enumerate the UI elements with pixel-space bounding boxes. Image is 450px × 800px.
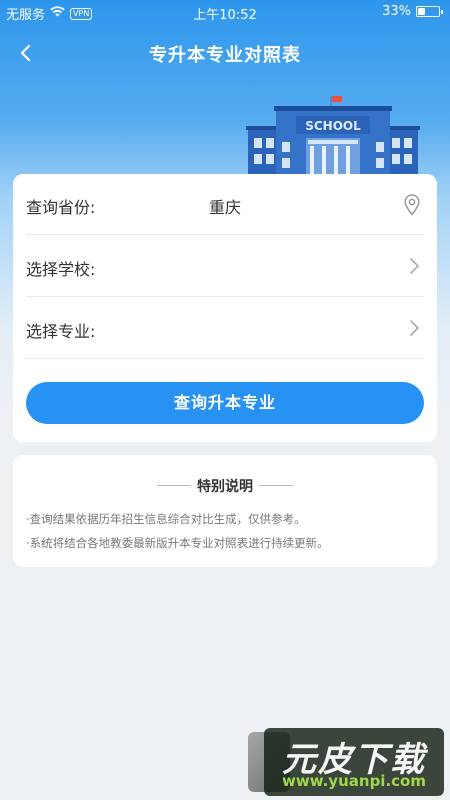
school-row[interactable]: 选择学校: xyxy=(26,236,424,297)
major-row[interactable]: 选择专业: xyxy=(26,298,424,359)
watermark-url: www.yuanpi.com xyxy=(282,772,426,790)
page-title: 专升本专业对照表 xyxy=(149,45,301,66)
major-label: 选择专业: xyxy=(26,322,96,341)
battery-icon xyxy=(416,6,443,17)
school-building-illustration: SCHOOL xyxy=(246,96,420,176)
notes-title: 特别说明 xyxy=(197,479,253,495)
divider-line xyxy=(259,485,293,486)
chevron-right-icon xyxy=(408,256,420,280)
location-pin-icon[interactable] xyxy=(404,194,420,220)
query-card: 查询省份: 重庆 选择学校: 选择专业: 查询升本专业 xyxy=(13,174,437,442)
notes-header: 特别说明 xyxy=(13,475,437,495)
status-right: 33% xyxy=(382,4,443,19)
province-value: 重庆 xyxy=(208,198,241,217)
watermark-logo: 元皮下载 www.yuanpi.com xyxy=(248,728,444,796)
province-row[interactable]: 查询省份: 重庆 xyxy=(26,174,424,235)
notes-item: ·查询结果依据历年招生信息综合对比生成，仅供参考。 xyxy=(26,512,306,526)
status-bar: 无服务 VPN 上午10:52 33% xyxy=(0,0,450,24)
school-sign-text: SCHOOL xyxy=(305,119,361,133)
battery-percent: 33% xyxy=(382,4,411,19)
watermark-box: 元皮下载 www.yuanpi.com xyxy=(264,728,444,796)
nav-bar: 专升本专业对照表 xyxy=(0,30,450,74)
battery-fill xyxy=(418,8,425,15)
chevron-right-icon xyxy=(408,318,420,342)
school-label: 选择学校: xyxy=(26,260,96,279)
notes-item: ·系统将结合各地教委最新版升本专业对照表进行持续更新。 xyxy=(26,536,329,550)
query-submit-button[interactable]: 查询升本专业 xyxy=(26,382,424,424)
notes-card: 特别说明 ·查询结果依据历年招生信息综合对比生成，仅供参考。 ·系统将结合各地教… xyxy=(13,455,437,567)
